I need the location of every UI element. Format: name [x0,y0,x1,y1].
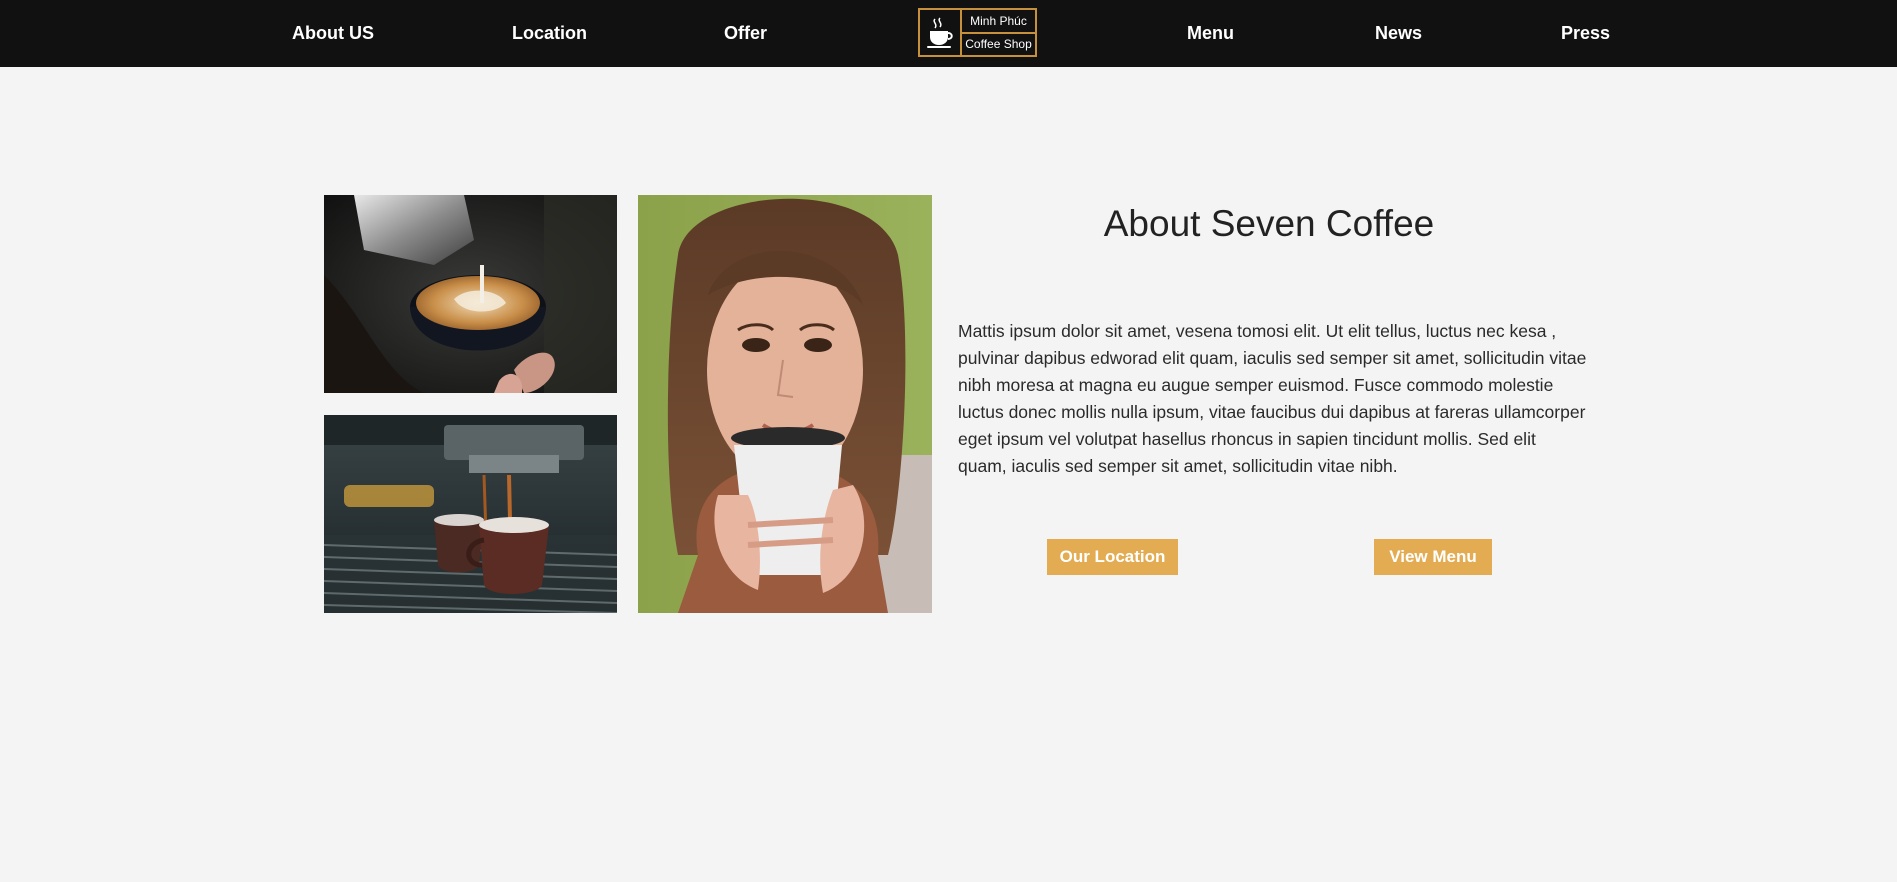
nav-link-menu[interactable]: Menu [1187,0,1234,67]
woman-with-coffee-photo [638,195,932,613]
espresso-machine-photo [324,415,617,613]
nav-link-about-us[interactable]: About US [292,0,374,67]
about-title: About Seven Coffee [1103,203,1435,244]
nav-link-offer[interactable]: Offer [724,0,767,67]
logo-line-1: Minh Phúc [962,10,1035,34]
our-location-button[interactable]: Our Location [1047,539,1178,575]
latte-art-photo [324,195,617,393]
site-logo[interactable]: Minh Phúc Coffee Shop [918,8,1037,57]
logo-line-2: Coffee Shop [965,37,1032,52]
coffee-cup-icon [920,10,962,55]
logo-text: Minh Phúc Coffee Shop [962,10,1035,55]
nav-link-news[interactable]: News [1375,0,1422,67]
nav-link-location[interactable]: Location [512,0,587,67]
top-navbar: About US Location Offer Minh Phúc Coffee… [0,0,1897,67]
about-description: Mattis ipsum dolor sit amet, vesena tomo… [958,321,1587,476]
nav-link-press[interactable]: Press [1561,0,1610,67]
view-menu-button[interactable]: View Menu [1374,539,1492,575]
